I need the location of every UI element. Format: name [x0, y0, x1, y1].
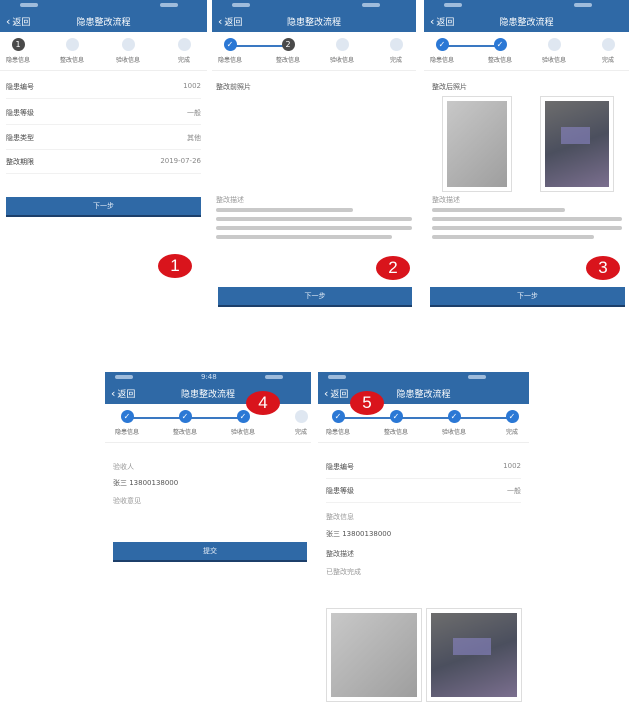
step-2: 2 整改信息 — [275, 38, 300, 64]
section-label: 整改信息 — [326, 513, 354, 521]
progress-steps: ✓ 隐患信息 ✓ 整改信息 ✓ 验收信息 完成 — [105, 406, 311, 443]
nav-bar: ‹ 返回 隐患整改流程 — [212, 10, 416, 32]
nav-bar: ‹ 返回 隐患整改流程 — [105, 382, 311, 404]
info-line: 整改描述 — [326, 550, 354, 558]
screen-4: 9:48 ‹ 返回 隐患整改流程 ✓ 隐患信息 ✓ 整改信息 ✓ 验收信息 完成 验收人… — [105, 372, 311, 572]
page-title: 隐患整改流程 — [499, 18, 554, 28]
field-row: 隐患等级 一般 — [326, 486, 521, 503]
step-1: ✓ 隐患信息 — [325, 410, 350, 436]
page-title: 隐患整改流程 — [76, 18, 131, 28]
screen-1: ‹ 返回 隐患整改流程 1 隐患信息 整改信息 验收信息 完成 隐患编号 1002 隐… — [0, 0, 207, 280]
screen-3: ‹ 返回 隐患整改流程 ✓ 隐患信息 ✓ 整改信息 验收信息 完成 整改后照片 整改描… — [424, 0, 629, 312]
progress-steps: ✓ 隐患信息 ✓ 整改信息 验收信息 完成 — [424, 34, 629, 71]
status-bar — [212, 0, 416, 10]
next-button[interactable]: 下一步 — [430, 287, 625, 307]
step-3: 验收信息 — [317, 38, 367, 64]
step-4: 完成 — [371, 38, 416, 64]
submit-button[interactable]: 提交 — [113, 542, 307, 562]
field-row: 隐患编号 1002 — [6, 82, 201, 99]
callout-badge-4: 4 — [246, 391, 280, 415]
callout-badge-1: 1 — [158, 254, 192, 278]
description-text — [216, 203, 412, 244]
step-1: 1 隐患信息 — [5, 38, 30, 64]
field-row: 隐患等级 一般 — [6, 108, 201, 125]
progress-steps: ✓ 隐患信息 2 整改信息 验收信息 完成 — [212, 34, 416, 71]
opinion-label: 验收意见 — [113, 497, 141, 505]
status-bar — [424, 0, 629, 10]
next-button[interactable]: 下一步 — [6, 197, 201, 217]
callout-badge-2: 2 — [376, 256, 410, 280]
status-bar: 9:48 — [105, 372, 311, 382]
section-label: 整改前照片 — [216, 83, 251, 91]
field-row: 隐患类型 其他 — [6, 133, 201, 150]
step-3: 验收信息 — [529, 38, 579, 64]
step-2: ✓ 整改信息 — [172, 410, 197, 436]
page-title: 隐患整改流程 — [180, 390, 235, 400]
photo-after[interactable] — [426, 608, 522, 702]
step-4: 完成 — [276, 410, 311, 436]
step-1: ✓ 隐患信息 — [114, 410, 139, 436]
screen-5: ‹ 返回 隐患整改流程 ✓ 隐患信息 ✓ 整改信息 ✓ 验收信息 ✓ 完成 隐患编号 100… — [318, 372, 529, 720]
callout-badge-3: 3 — [586, 256, 620, 280]
progress-steps: ✓ 隐患信息 ✓ 整改信息 ✓ 验收信息 ✓ 完成 — [318, 406, 529, 443]
step-2: ✓ 整改信息 — [383, 410, 408, 436]
section-label: 整改后照片 — [432, 83, 467, 91]
status-bar — [318, 372, 529, 382]
next-button[interactable]: 下一步 — [218, 287, 412, 307]
step-4: 完成 — [159, 38, 207, 64]
description-text — [432, 203, 622, 244]
step-4: 完成 — [583, 38, 629, 64]
reviewer-label: 验收人 — [113, 463, 134, 471]
field-row: 隐患编号 1002 — [326, 462, 521, 479]
info-line: 张三 13800138000 — [326, 530, 392, 538]
photo-before[interactable] — [326, 608, 422, 702]
callout-badge-5: 5 — [350, 391, 384, 415]
photo-before[interactable] — [442, 96, 512, 192]
page-title: 隐患整改流程 — [396, 390, 451, 400]
step-2: 整改信息 — [47, 38, 97, 64]
screen-2: ‹ 返回 隐患整改流程 ✓ 隐患信息 2 整改信息 验收信息 完成 整改前照片 整改描… — [212, 0, 416, 312]
status-bar — [0, 0, 207, 10]
step-3: ✓ 验收信息 — [441, 410, 466, 436]
step-4: ✓ 完成 — [505, 410, 519, 436]
progress-steps: 1 隐患信息 整改信息 验收信息 完成 — [0, 34, 207, 71]
step-2: ✓ 整改信息 — [487, 38, 512, 64]
step-1: ✓ 隐患信息 — [429, 38, 454, 64]
nav-bar: ‹ 返回 隐患整改流程 — [0, 10, 207, 32]
field-row: 整改期限 2019-07-26 — [6, 157, 201, 174]
photo-after[interactable] — [540, 96, 614, 192]
step-1: ✓ 隐患信息 — [217, 38, 242, 64]
info-line: 已整改完成 — [326, 568, 361, 576]
step-3: 验收信息 — [103, 38, 153, 64]
nav-bar: ‹ 返回 隐患整改流程 — [424, 10, 629, 32]
reviewer-value: 张三 13800138000 — [113, 479, 179, 487]
page-title: 隐患整改流程 — [286, 18, 341, 28]
